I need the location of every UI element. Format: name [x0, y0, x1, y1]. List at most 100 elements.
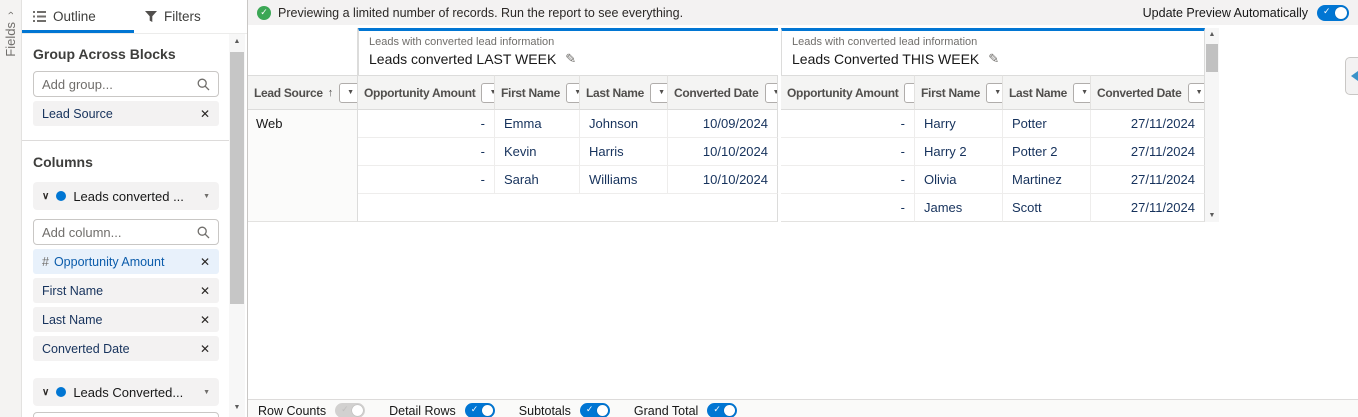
columns-block1-header[interactable]: ∨ Leads converted ... ▼	[33, 182, 219, 210]
column-menu-button[interactable]: ▼	[986, 82, 1002, 103]
table-cell: 10/09/2024	[668, 110, 778, 138]
subtotals-toggle[interactable]: ✓	[579, 403, 610, 417]
preview-footer-bar: Row Counts ✓ Detail Rows ✓ Subtotals ✓ G…	[248, 399, 1358, 417]
scroll-up-icon[interactable]: ▲	[1205, 28, 1219, 41]
auto-update-toggle[interactable]: ✓	[1317, 4, 1349, 21]
close-icon[interactable]: ✕	[200, 284, 210, 298]
fields-rail[interactable]: › Fields	[0, 0, 22, 417]
grand-total-label: Grand Total	[633, 403, 699, 417]
add-column-input-block1[interactable]	[42, 224, 197, 240]
column-menu-button[interactable]: ▼	[1073, 82, 1090, 103]
header-b2-converted-date[interactable]: Converted Date ▼	[1091, 75, 1205, 110]
toggle-knob	[724, 405, 736, 416]
column-menu-button[interactable]: ▼	[904, 82, 914, 103]
header-b2-opportunity-amount[interactable]: Opportunity Amount ▼	[781, 75, 915, 110]
open-right-panel-button[interactable]	[1345, 57, 1358, 95]
header-label: Opportunity Amount	[364, 85, 476, 100]
header-b2-last-name[interactable]: Last Name ▼	[1003, 75, 1091, 110]
column-menu-button[interactable]: ▼	[650, 82, 667, 103]
column-chip-label: Last Name	[42, 312, 103, 327]
column-menu-button[interactable]: ▼	[566, 82, 579, 103]
sort-asc-icon: ↑	[327, 86, 334, 99]
title-row-corner	[248, 28, 358, 75]
column-chip-converted-date[interactable]: Converted Date ✕	[33, 336, 219, 361]
tab-outline[interactable]: Outline	[33, 0, 96, 32]
detail-rows-toggle[interactable]: ✓	[464, 403, 495, 417]
table-cell: Williams	[580, 166, 668, 194]
report-builder: › Fields Outline Filters Group Across Bl…	[0, 0, 1358, 417]
table-cell: Potter	[1003, 110, 1091, 138]
row-counts-toggle-group: Row Counts ✓	[258, 403, 366, 417]
header-b1-opportunity-amount[interactable]: Opportunity Amount ▼	[358, 75, 495, 110]
close-icon[interactable]: ✕	[200, 107, 210, 121]
scroll-down-icon[interactable]: ▼	[1205, 209, 1219, 222]
auto-update-label: Update Preview Automatically	[1142, 5, 1308, 20]
header-b1-first-name[interactable]: First Name ▼	[495, 75, 580, 110]
close-icon[interactable]: ✕	[200, 342, 210, 356]
header-label: Last Name	[1009, 85, 1067, 100]
table-cell: 27/11/2024	[1091, 138, 1205, 166]
columns-block2-name: Leads Converted...	[73, 384, 184, 400]
columns-block2-header[interactable]: ∨ Leads Converted... ▼	[33, 378, 219, 406]
grand-total-toggle[interactable]: ✓	[707, 403, 738, 417]
scroll-up-icon[interactable]: ▲	[229, 34, 245, 48]
preview-scrollbar-thumb[interactable]	[1206, 44, 1218, 72]
close-icon[interactable]: ✕	[200, 313, 210, 327]
header-lead-source[interactable]: Lead Source ↑ ▼	[248, 75, 358, 110]
chevron-left-icon	[1351, 71, 1358, 81]
funnel-icon	[145, 10, 157, 22]
tab-filters[interactable]: Filters	[145, 0, 201, 32]
section-divider	[22, 140, 230, 141]
check-icon: ✓	[585, 404, 594, 414]
add-group-search[interactable]	[33, 71, 219, 97]
header-b1-converted-date[interactable]: Converted Date ▼	[668, 75, 778, 110]
table-cell: -	[781, 110, 915, 138]
scroll-down-icon[interactable]: ▼	[229, 400, 245, 414]
column-chip-opportunity-amount[interactable]: # Opportunity Amount ✕	[33, 249, 219, 274]
header-b1-last-name[interactable]: Last Name ▼	[580, 75, 668, 110]
caret-down-icon[interactable]: ▼	[203, 193, 210, 200]
header-label: First Name	[921, 85, 981, 100]
table-cell: -	[358, 166, 495, 194]
add-group-input[interactable]	[42, 76, 197, 92]
block1-title-cell: Leads with converted lead information Le…	[358, 28, 778, 75]
header-label: Opportunity Amount	[787, 85, 899, 100]
column-menu-button[interactable]: ▼	[338, 82, 357, 103]
sidebar-scrollbar-thumb[interactable]	[230, 52, 244, 304]
close-icon[interactable]: ✕	[200, 255, 210, 269]
edit-pencil-icon[interactable]: ✎	[565, 51, 576, 67]
caret-down-icon[interactable]: ▼	[203, 389, 210, 396]
chevron-down-icon: ∨	[42, 190, 50, 202]
table-cell: Sarah	[495, 166, 580, 194]
check-icon: ✓	[713, 404, 721, 414]
sidebar-scrollbar[interactable]: ▲ ▼	[229, 34, 245, 417]
report-preview-table: Leads with converted lead information Le…	[248, 28, 1205, 222]
header-b2-first-name[interactable]: First Name ▼	[915, 75, 1003, 110]
group-cell-web[interactable]: Web	[248, 110, 358, 222]
table-cell: 27/11/2024	[1091, 194, 1205, 222]
column-menu-button[interactable]: ▼	[1187, 82, 1204, 103]
empty-row-block1	[358, 194, 778, 222]
column-menu-button[interactable]: ▼	[481, 82, 494, 103]
outline-sidebar: Outline Filters Group Across Blocks Lead…	[22, 0, 248, 417]
column-chip-first-name[interactable]: First Name ✕	[33, 278, 219, 303]
column-menu-button[interactable]: ▼	[764, 82, 777, 103]
toggle-knob	[1335, 6, 1347, 19]
table-cell: Johnson	[580, 110, 668, 138]
group-chip-lead-source[interactable]: Lead Source ✕	[33, 101, 219, 126]
block2-title: Leads Converted THIS WEEK	[792, 51, 980, 67]
table-cell: Harris	[580, 138, 668, 166]
column-chip-last-name[interactable]: Last Name ✕	[33, 307, 219, 332]
row-counts-toggle[interactable]: ✓	[335, 403, 366, 417]
preview-scrollbar[interactable]: ▲ ▼	[1205, 28, 1219, 222]
sidebar-tabs: Outline Filters	[22, 0, 247, 34]
add-column-search-block2[interactable]	[33, 412, 219, 417]
edit-pencil-icon[interactable]: ✎	[988, 51, 999, 67]
table-cell: Scott	[1003, 194, 1091, 222]
add-column-search-block1[interactable]	[33, 219, 219, 245]
table-cell: -	[358, 138, 495, 166]
detail-rows-toggle-group: Detail Rows ✓	[389, 403, 495, 417]
table-cell: -	[358, 110, 495, 138]
preview-area: ✓ Previewing a limited number of records…	[248, 0, 1358, 417]
columns-title: Columns	[33, 154, 93, 170]
